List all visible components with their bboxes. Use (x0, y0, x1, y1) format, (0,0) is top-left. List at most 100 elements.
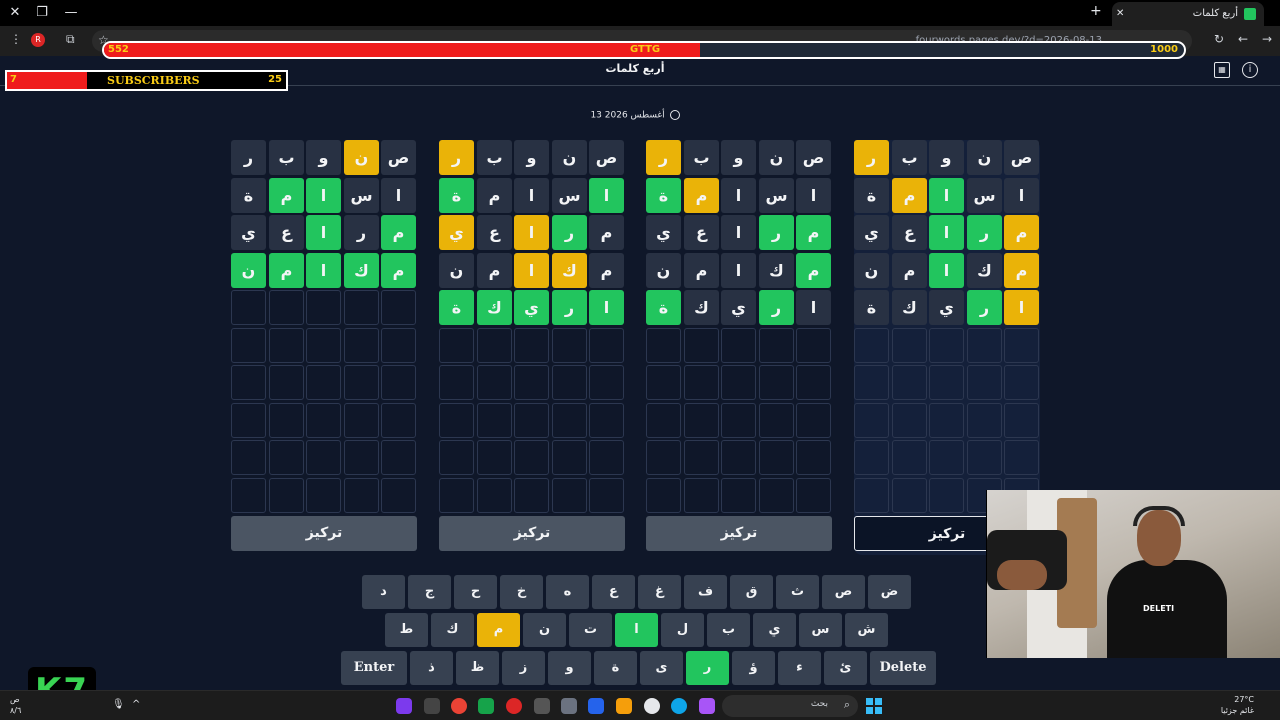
empty-tile (306, 478, 341, 513)
letter-key[interactable]: ة (594, 651, 637, 685)
letter-key[interactable]: ن (523, 613, 566, 647)
steam-icon[interactable] (561, 698, 577, 714)
letter-key[interactable]: و (548, 651, 591, 685)
empty-tile (269, 328, 304, 363)
minimize-window-icon[interactable]: — (60, 3, 82, 23)
board-1[interactable]: ر ب و ن ص ة م ا س ا ي ع ا ر م ن م ا ك م تركيز (231, 140, 417, 555)
restore-window-icon[interactable]: ❐ (31, 3, 53, 23)
empty-tile (269, 478, 304, 513)
letter-key[interactable]: ا (615, 613, 658, 647)
tray-chevron-icon[interactable]: ^ (132, 699, 140, 710)
empty-tile (231, 403, 266, 438)
letter-key[interactable]: ئ (824, 651, 867, 685)
letter-key[interactable]: ر (686, 651, 729, 685)
calendar-icon[interactable]: ▦ (1214, 62, 1230, 78)
letter-key[interactable]: ظ (456, 651, 499, 685)
letter-key[interactable]: ض (868, 575, 911, 609)
empty-tile (381, 290, 416, 325)
taskbar-clock[interactable]: ص ٨/٦ (10, 694, 21, 716)
empty-tile (552, 328, 587, 363)
empty-tile (306, 440, 341, 475)
focus-button[interactable]: تركيز (439, 516, 625, 551)
letter-key[interactable]: ز (502, 651, 545, 685)
subscribers-target: 25 (268, 74, 282, 85)
letter-key[interactable]: ع (592, 575, 635, 609)
letter-tile: م (796, 215, 831, 250)
chrome-icon[interactable] (451, 698, 467, 714)
back-icon[interactable]: → (1262, 32, 1272, 46)
terminal-icon[interactable] (534, 698, 550, 714)
empty-tile (306, 290, 341, 325)
letter-key[interactable]: ص (822, 575, 865, 609)
letter-key[interactable]: ش (845, 613, 888, 647)
empty-tile (306, 403, 341, 438)
letter-key[interactable]: ف (684, 575, 727, 609)
empty-tile (514, 365, 549, 400)
letter-tile: ر (967, 215, 1002, 250)
mail-icon[interactable] (588, 698, 604, 714)
discord-icon[interactable] (396, 698, 412, 714)
letter-key[interactable]: د (362, 575, 405, 609)
letter-key[interactable]: ج (408, 575, 451, 609)
stream-goal-label: GTTG (630, 44, 661, 55)
focus-button[interactable]: تركيز (231, 516, 417, 551)
empty-tile (967, 328, 1002, 363)
forward-icon[interactable]: ← (1238, 32, 1248, 46)
letter-key[interactable]: ث (776, 575, 819, 609)
empty-tile (646, 440, 681, 475)
edge-icon[interactable] (671, 698, 687, 714)
letter-key[interactable]: خ (500, 575, 543, 609)
letter-tile: ك (477, 290, 512, 325)
letter-key[interactable]: ي (753, 613, 796, 647)
board-3[interactable]: ر ب و ن ص ة م ا س ا ي ع ا ر م ن م ا ك م ة ك ي ر ا تركيز (646, 140, 832, 555)
browser-tab[interactable]: ✕ أربع كلمات (1112, 2, 1264, 26)
letter-key[interactable]: م (477, 613, 520, 647)
board-2[interactable]: ر ب و ن ص ة م ا س ا ي ع ا ر م ن م ا ك م ة ك ي ر ا تركيز (439, 140, 625, 555)
letter-key[interactable]: ل (661, 613, 704, 647)
menu-dots-icon[interactable]: ⋮ (10, 32, 22, 46)
letter-key[interactable]: ك (431, 613, 474, 647)
letter-key[interactable]: ق (730, 575, 773, 609)
delete-key[interactable]: Delete (870, 651, 936, 685)
letter-key[interactable]: ب (707, 613, 750, 647)
xbox-icon[interactable] (478, 698, 494, 714)
focus-button[interactable]: تركيز (646, 516, 832, 551)
letter-tile: ك (967, 253, 1002, 288)
weather-widget[interactable]: 27°C غائم جزئيا (1221, 694, 1254, 716)
microphone-icon[interactable]: 🎙 (112, 699, 125, 710)
letter-tile: م (1004, 253, 1039, 288)
windows-start-icon[interactable] (866, 698, 882, 714)
tab-favicon-icon (1244, 8, 1256, 20)
empty-tile (929, 365, 964, 400)
enter-key[interactable]: Enter (341, 651, 407, 685)
info-icon[interactable]: i (1242, 62, 1258, 78)
letter-key[interactable]: ه (546, 575, 589, 609)
letter-key[interactable]: ؤ (732, 651, 775, 685)
google-icon[interactable] (644, 698, 660, 714)
letter-key[interactable]: ح (454, 575, 497, 609)
letter-tile: م (477, 178, 512, 213)
obs-icon[interactable] (424, 698, 440, 714)
reload-icon[interactable]: ↻ (1214, 32, 1224, 46)
new-tab-button[interactable]: + (1090, 3, 1102, 19)
empty-tile (514, 440, 549, 475)
close-tab-icon[interactable]: ✕ (1116, 2, 1124, 26)
letter-key[interactable]: ت (569, 613, 612, 647)
letter-tile: ن (344, 140, 379, 175)
letter-key[interactable]: ء (778, 651, 821, 685)
letter-tile: ا (929, 178, 964, 213)
extensions-icon[interactable]: ⧉ (66, 32, 75, 47)
letter-key[interactable]: ط (385, 613, 428, 647)
letter-key[interactable]: غ (638, 575, 681, 609)
opera-icon[interactable] (506, 698, 522, 714)
taskbar-search[interactable]: بحث ⌕ (722, 695, 858, 717)
empty-tile (589, 403, 624, 438)
copilot-icon[interactable] (699, 698, 715, 714)
letter-key[interactable]: س (799, 613, 842, 647)
profile-avatar[interactable]: R (31, 33, 45, 47)
close-window-icon[interactable]: ✕ (4, 3, 26, 23)
letter-key[interactable]: ى (640, 651, 683, 685)
letter-tile: ر (854, 140, 889, 175)
letter-key[interactable]: ذ (410, 651, 453, 685)
file-explorer-icon[interactable] (616, 698, 632, 714)
